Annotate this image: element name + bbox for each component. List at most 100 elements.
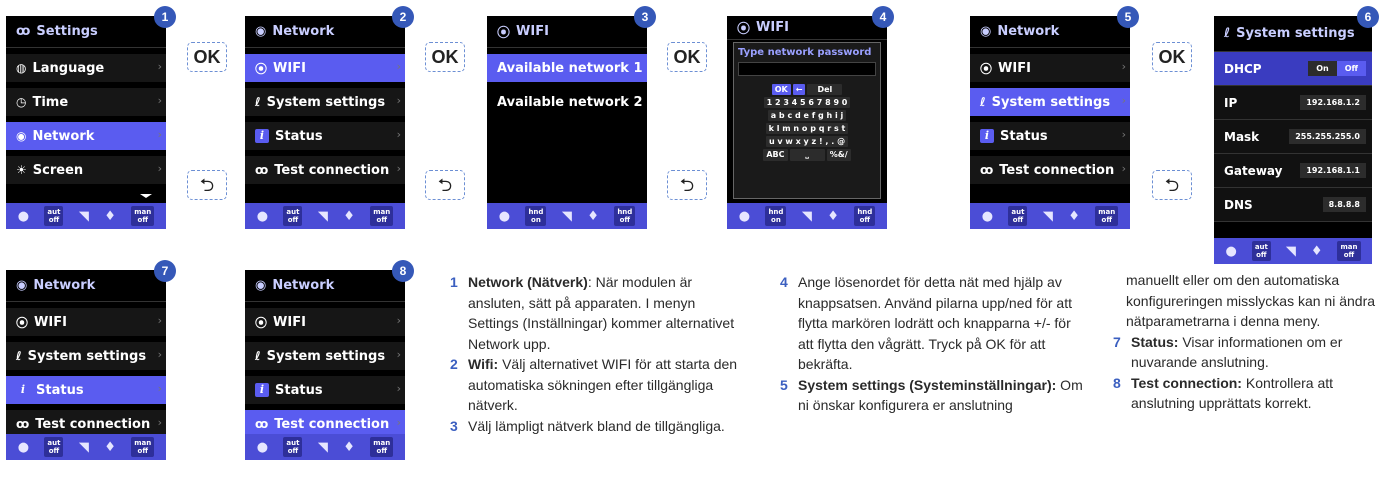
description-item: 8 Test connection: Kontrollera att anslut…	[1113, 374, 1334, 412]
bulb-icon: ♦	[343, 439, 355, 455]
screen-title: WIFI	[516, 24, 549, 39]
ok-button[interactable]: OK	[425, 42, 465, 72]
step-badge: 2	[392, 6, 414, 28]
menu-item-status[interactable]: i Status ›	[245, 122, 405, 150]
menu-item-system-settings[interactable]: ℓ System settings ›	[6, 342, 166, 370]
manual-status: man off	[370, 437, 394, 457]
menu-item-network[interactable]: ◉ Network ›	[6, 122, 166, 150]
keyboard-control-row: OK ← Del	[734, 84, 880, 95]
fan-icon: ●	[17, 208, 30, 224]
key-delete[interactable]: Del	[807, 84, 843, 95]
setting-gateway[interactable]: Gateway 192.168.1.1	[1214, 154, 1372, 188]
status-bar: ● aut off ◥ ♦ man off	[245, 203, 405, 229]
wifi-icon: ⦿	[737, 22, 751, 37]
key-abc[interactable]: ABC	[763, 149, 788, 161]
setting-label: Gateway	[1224, 163, 1283, 178]
screen-2-network: ◉ Network ⦿ WIFI › ℓ System settings › i Statu…	[245, 16, 405, 229]
menu-item-system-settings[interactable]: ℓ System settings ›	[970, 88, 1130, 116]
back-button[interactable]: ⮌	[187, 170, 227, 200]
dhcp-toggle[interactable]: On Off	[1308, 61, 1366, 76]
menu-item-wifi[interactable]: ⦿ WIFI ›	[970, 54, 1130, 82]
menu-item-wifi[interactable]: ⦿ WIFI ›	[245, 308, 405, 336]
chevron-right-icon: ›	[396, 348, 401, 361]
key-backspace[interactable]: ←	[792, 84, 806, 95]
globe-icon: ◍	[16, 61, 27, 75]
info-icon: i	[255, 129, 269, 143]
description-item: 4 Ange lösenordet för detta nät med hjälp…	[780, 274, 1072, 372]
menu-label: Test connection	[274, 162, 390, 178]
key-ok[interactable]: OK	[771, 84, 791, 95]
hand-status-2: hnd off	[614, 206, 636, 226]
chevron-right-icon: ›	[157, 162, 162, 175]
back-button[interactable]: ⮌	[1152, 170, 1192, 200]
bulb-icon: ♦	[343, 208, 355, 224]
network-item-1[interactable]: Available network 1	[487, 54, 647, 82]
setting-value: 192.168.1.1	[1300, 163, 1366, 178]
menu-label: System settings	[266, 348, 386, 364]
auto-status: aut off	[283, 437, 303, 457]
menu-item-system-settings[interactable]: ℓ System settings ›	[245, 88, 405, 116]
wifi-icon: ◥	[78, 208, 89, 224]
auto-status: aut off	[283, 206, 303, 226]
gear-icon: ℓ	[1224, 26, 1231, 41]
menu-item-wifi[interactable]: ⦿ WIFI ›	[6, 308, 166, 336]
screen-6-system-settings: ℓ System settings DHCP On Off IP 192.168.1…	[1214, 16, 1372, 264]
setting-label: IP	[1224, 95, 1238, 110]
ok-button[interactable]: OK	[667, 42, 707, 72]
back-button[interactable]: ⮌	[667, 170, 707, 200]
keyboard-row[interactable]: 1 2 3 4 5 6 7 8 9 0	[734, 97, 880, 108]
setting-dns[interactable]: DNS 8.8.8.8	[1214, 188, 1372, 222]
network-label: Available network 2	[497, 94, 643, 110]
menu-item-system-settings[interactable]: ℓ System settings ›	[245, 342, 405, 370]
fan-icon: ●	[498, 208, 511, 224]
keyboard-row[interactable]: k l m n o p q r s t	[734, 123, 880, 134]
step-badge: 3	[634, 6, 656, 28]
status-bar: ● aut off ◥ ♦ man off	[6, 434, 166, 460]
hand-status: hnd on	[525, 206, 547, 226]
screen-header: ⦿ WIFI	[487, 16, 647, 48]
chevron-right-icon: ›	[157, 60, 162, 73]
ok-button[interactable]: OK	[187, 42, 227, 72]
screen-header: ◉ Network	[245, 270, 405, 302]
menu-item-time[interactable]: ◷ Time ›	[6, 88, 166, 116]
wifi-icon: ◥	[317, 208, 328, 224]
gear-icon: ℓ	[16, 349, 22, 363]
menu-item-screen[interactable]: ☀ Screen ›	[6, 156, 166, 184]
setting-ip[interactable]: IP 192.168.1.2	[1214, 86, 1372, 120]
key-symbols[interactable]: %&/	[826, 149, 851, 161]
dhcp-on[interactable]: On	[1308, 61, 1337, 76]
dhcp-off[interactable]: Off	[1336, 61, 1366, 76]
menu-label: Screen	[32, 162, 84, 178]
ok-button[interactable]: OK	[1152, 42, 1192, 72]
menu-item-wifi[interactable]: ⦿ WIFI ›	[245, 54, 405, 82]
setting-dhcp[interactable]: DHCP On Off	[1214, 52, 1372, 86]
description-column-2: 4 Ange lösenordet för detta nät med hjälp…	[780, 272, 1085, 416]
menu-label: Test connection	[274, 416, 390, 432]
screen-title: Settings	[36, 24, 98, 39]
menu-item-status[interactable]: i Status ›	[6, 376, 166, 404]
back-button[interactable]: ⮌	[425, 170, 465, 200]
setting-mask[interactable]: Mask 255.255.255.0	[1214, 120, 1372, 154]
chevron-right-icon: ›	[396, 94, 401, 107]
wifi-icon: ⦿	[497, 26, 511, 41]
chevron-right-icon: ›	[157, 416, 162, 429]
auto-status: aut off	[44, 206, 64, 226]
menu-item-language[interactable]: ◍ Language ›	[6, 54, 166, 82]
description-item: 5 System settings (Systeminställningar): …	[780, 376, 1083, 414]
wifi-icon: ⦿	[16, 315, 29, 330]
menu-item-status[interactable]: i Status ›	[245, 376, 405, 404]
screen-header: ◉ Network	[245, 16, 405, 48]
key-space[interactable]: ⎵	[789, 149, 825, 161]
network-item-2[interactable]: Available network 2	[487, 88, 647, 116]
keyboard-row[interactable]: a b c d e f g h i j	[734, 110, 880, 121]
password-input[interactable]	[738, 62, 876, 76]
menu-label: System settings	[991, 94, 1111, 110]
menu-item-test-connection[interactable]: ꝏ Test connection ›	[970, 156, 1130, 184]
menu-item-status[interactable]: i Status ›	[970, 122, 1130, 150]
description-item: 7 Status: Visar informationen om er nuvar…	[1113, 333, 1343, 371]
gear-icon: ℓ	[255, 349, 261, 363]
menu-item-test-connection[interactable]: ꝏ Test connection ›	[245, 156, 405, 184]
chevron-right-icon: ›	[396, 60, 401, 73]
screen-1-settings: ꝏ Settings ◍ Language › ◷ Time › ◉ Network › ☀ S…	[6, 16, 166, 229]
keyboard-row[interactable]: u v w x y z ! , . @	[734, 136, 880, 147]
